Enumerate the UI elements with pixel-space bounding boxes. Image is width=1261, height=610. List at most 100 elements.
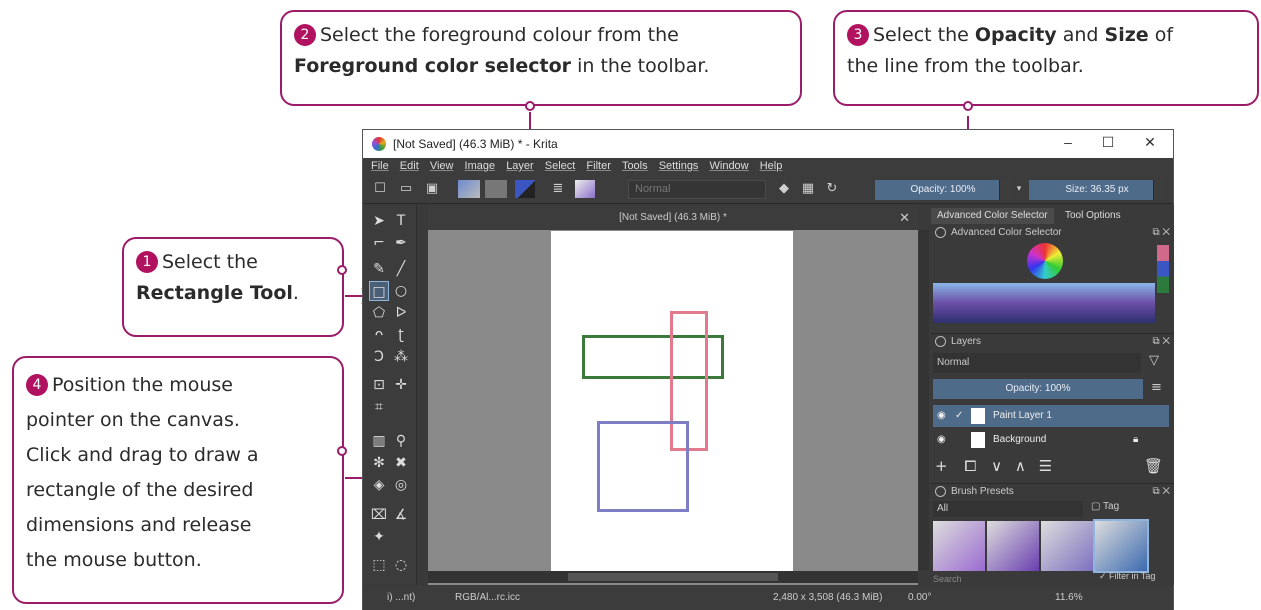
layers-float-close-icon[interactable]: ⧉ ✕ xyxy=(1152,334,1170,350)
status-zoom[interactable]: 11.6% xyxy=(1055,586,1083,610)
brush-presets-float-close-icon[interactable]: ⧉ ✕ xyxy=(1152,484,1170,500)
menu-layer[interactable]: Layer xyxy=(506,160,534,172)
text-tool-icon[interactable]: T xyxy=(391,211,411,231)
menu-file[interactable]: File xyxy=(371,160,389,172)
crop-tool-icon[interactable]: ⌗ xyxy=(369,397,389,417)
elliptical-selection-tool-icon[interactable]: ◌ xyxy=(391,555,411,575)
layers-lock-icon[interactable] xyxy=(935,336,946,347)
measure-tool-icon[interactable]: ∡ xyxy=(391,505,411,525)
close-button[interactable]: ✕ xyxy=(1135,134,1165,154)
move-tool-icon[interactable]: ✛ xyxy=(391,375,411,395)
canvas-horizontal-scrollbar[interactable] xyxy=(428,571,918,583)
filter-in-tag-checkbox[interactable]: ✓ Filter in Tag xyxy=(1099,571,1155,582)
layer-lock-icon[interactable]: 🔒︎ xyxy=(1133,429,1138,451)
layers-blend-dropdown[interactable]: Normal xyxy=(933,353,1141,373)
gradient-selector-icon[interactable] xyxy=(458,180,480,198)
duplicate-layer-icon[interactable]: ⧠ xyxy=(964,457,976,475)
brush-presets-lock-icon[interactable] xyxy=(935,486,946,497)
docker-float-close-icon[interactable]: ⧉ ✕ xyxy=(1152,225,1170,241)
enclose-fill-tool-icon[interactable]: ◎ xyxy=(391,475,411,495)
scrollbar-thumb[interactable] xyxy=(568,573,778,581)
freehand-path-tool-icon[interactable]: ʈ xyxy=(391,325,411,345)
smart-patch-tool-icon[interactable]: ✖ xyxy=(391,453,411,473)
menu-window[interactable]: Window xyxy=(710,160,749,172)
visibility-eye-icon[interactable]: ◉ xyxy=(937,429,946,451)
menu-view[interactable]: View xyxy=(430,160,454,172)
layers-menu-icon[interactable]: ≡ xyxy=(1151,380,1162,395)
eraser-icon[interactable]: ◆ xyxy=(775,180,793,198)
edit-shapes-tool-icon[interactable]: ⌐ xyxy=(369,233,389,253)
menu-filter[interactable]: Filter xyxy=(586,160,610,172)
brush-preset-2[interactable] xyxy=(987,521,1039,571)
gradient-tool-icon[interactable]: ▥ xyxy=(369,431,389,451)
brush-preset-4[interactable] xyxy=(1093,519,1149,573)
new-document-icon[interactable]: ☐ xyxy=(371,180,389,198)
status-rotation[interactable]: 0.00° xyxy=(908,586,931,610)
transform-tool-icon[interactable]: ⊡ xyxy=(369,375,389,395)
brush-tag-button[interactable]: ▢ Tag xyxy=(1091,501,1119,512)
open-document-icon[interactable]: ▭ xyxy=(397,180,415,198)
polygon-tool-icon[interactable]: ⬠ xyxy=(369,303,389,323)
brush-preset-icon[interactable] xyxy=(575,180,595,198)
opacity-spin-arrows[interactable] xyxy=(999,180,1011,200)
rectangle-tool-icon[interactable]: □ xyxy=(369,281,389,301)
color-picker-tool-icon[interactable]: ⚲ xyxy=(391,431,411,451)
color-triangle[interactable] xyxy=(1027,243,1063,279)
dynamic-brush-tool-icon[interactable]: Ɔ xyxy=(369,347,389,367)
brush-preset-3[interactable] xyxy=(1041,521,1093,571)
line-tool-icon[interactable]: ╱ xyxy=(391,259,411,279)
pattern-selector-icon[interactable] xyxy=(485,180,507,198)
layers-opacity-slider[interactable]: Opacity: 100% xyxy=(933,379,1143,399)
select-shapes-tool-icon[interactable]: ➤ xyxy=(369,211,389,231)
layer-row-paint-layer-1[interactable]: ◉ ✓ Paint Layer 1 xyxy=(933,405,1169,427)
menu-select[interactable]: Select xyxy=(545,160,576,172)
menu-settings[interactable]: Settings xyxy=(659,160,699,172)
ellipse-tool-icon[interactable]: ○ xyxy=(391,281,411,301)
brush-filter-dropdown[interactable]: All xyxy=(933,501,1083,517)
opacity-slider[interactable]: Opacity: 100% xyxy=(875,180,1011,200)
size-spin-arrows[interactable] xyxy=(1153,180,1165,200)
add-layer-icon[interactable]: + xyxy=(935,457,948,475)
brush-search-input[interactable]: Search xyxy=(933,573,1093,585)
move-layer-down-icon[interactable]: ∨ xyxy=(991,457,1002,475)
layer-row-background[interactable]: ◉ Background 🔒︎ xyxy=(933,429,1169,451)
tab-advanced-color-selector[interactable]: Advanced Color Selector xyxy=(931,208,1054,224)
assistant-tool-icon[interactable]: ⌧ xyxy=(369,505,389,525)
foreground-color-selector[interactable] xyxy=(515,180,535,198)
canvas-paper[interactable] xyxy=(551,231,793,571)
opacity-dropdown-icon[interactable]: ▾ xyxy=(1013,180,1025,198)
blend-mode-dropdown[interactable]: Normal xyxy=(628,180,766,199)
brush-editor-icon[interactable]: ≣ xyxy=(549,180,567,198)
polyline-tool-icon[interactable]: ᐅ xyxy=(391,303,411,323)
bezier-curve-tool-icon[interactable]: ᴖ xyxy=(369,325,389,345)
fill-tool-icon[interactable]: ◈ xyxy=(369,475,389,495)
freehand-brush-tool-icon[interactable]: ✎ xyxy=(369,259,389,279)
tab-tool-options[interactable]: Tool Options xyxy=(1059,208,1127,224)
menu-tools[interactable]: Tools xyxy=(622,160,648,172)
size-slider[interactable]: Size: 36.35 px xyxy=(1029,180,1165,200)
save-document-icon[interactable]: ▣ xyxy=(423,180,441,198)
minimize-button[interactable]: – xyxy=(1053,134,1083,154)
color-gradient-bar[interactable] xyxy=(933,283,1155,323)
maximize-button[interactable]: ☐ xyxy=(1093,134,1123,154)
reload-preset-icon[interactable]: ↻ xyxy=(823,180,841,198)
visibility-eye-icon[interactable]: ◉ xyxy=(937,405,946,427)
docker-lock-icon[interactable] xyxy=(935,227,946,238)
canvas-vertical-scrollbar[interactable] xyxy=(919,230,929,570)
menu-help[interactable]: Help xyxy=(760,160,783,172)
close-document-icon[interactable]: ✕ xyxy=(899,205,910,230)
layer-properties-icon[interactable]: ☰ xyxy=(1039,457,1052,475)
brush-preset-1[interactable] xyxy=(933,521,985,571)
colorize-mask-tool-icon[interactable]: ✻ xyxy=(369,453,389,473)
move-layer-up-icon[interactable]: ∧ xyxy=(1015,457,1026,475)
calligraphy-tool-icon[interactable]: ✒ xyxy=(391,233,411,253)
menu-image[interactable]: Image xyxy=(465,160,496,172)
alpha-lock-icon[interactable]: ▦ xyxy=(799,180,817,198)
reference-tool-icon[interactable]: ✦ xyxy=(369,527,389,547)
layers-filter-icon[interactable]: ▽ xyxy=(1149,353,1159,368)
document-tab[interactable]: [Not Saved] (46.3 MiB) * ✕ xyxy=(428,205,918,230)
color-history-strip[interactable] xyxy=(1157,245,1169,293)
multibrush-tool-icon[interactable]: ⁂ xyxy=(391,347,411,367)
rectangular-selection-tool-icon[interactable]: ⬚ xyxy=(369,555,389,575)
delete-layer-icon[interactable]: 🗑︎ xyxy=(1144,457,1163,475)
